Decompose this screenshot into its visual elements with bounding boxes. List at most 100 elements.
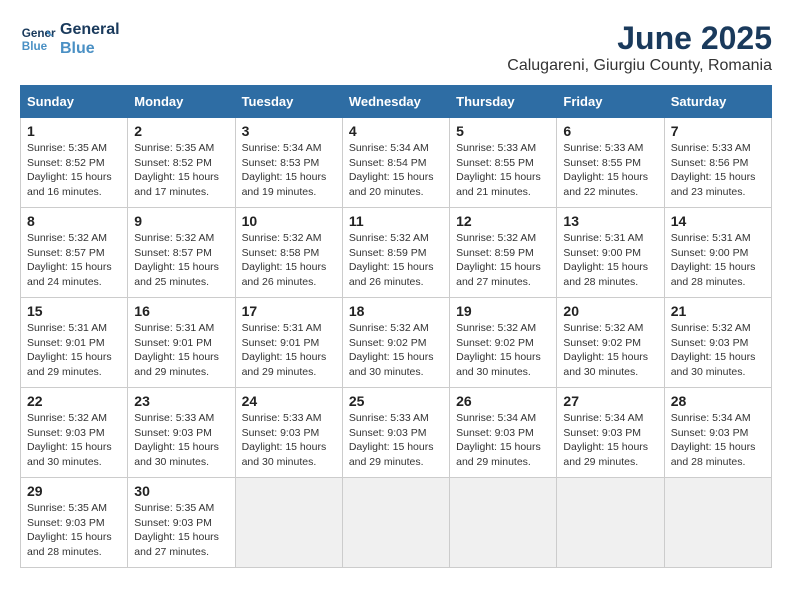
empty-cell	[450, 478, 557, 568]
calendar-week-2: 8 Sunrise: 5:32 AMSunset: 8:57 PMDaylight…	[21, 208, 772, 298]
header-saturday: Saturday	[664, 86, 771, 118]
logo-line2: Blue	[60, 39, 120, 58]
logo: General Blue General Blue	[20, 20, 120, 58]
day-cell-16: 16 Sunrise: 5:31 AMSunset: 9:01 PMDayligh…	[128, 298, 235, 388]
day-number: 16	[134, 303, 228, 319]
day-number: 22	[27, 393, 121, 409]
day-number: 5	[456, 123, 550, 139]
header-tuesday: Tuesday	[235, 86, 342, 118]
day-info: Sunrise: 5:34 AMSunset: 9:03 PMDaylight:…	[563, 411, 657, 470]
day-number: 24	[242, 393, 336, 409]
day-info: Sunrise: 5:33 AMSunset: 9:03 PMDaylight:…	[134, 411, 228, 470]
day-number: 2	[134, 123, 228, 139]
day-number: 1	[27, 123, 121, 139]
day-info: Sunrise: 5:34 AMSunset: 9:03 PMDaylight:…	[671, 411, 765, 470]
day-number: 15	[27, 303, 121, 319]
day-info: Sunrise: 5:32 AMSunset: 8:59 PMDaylight:…	[349, 231, 443, 290]
day-info: Sunrise: 5:34 AMSunset: 9:03 PMDaylight:…	[456, 411, 550, 470]
day-number: 6	[563, 123, 657, 139]
day-cell-22: 22 Sunrise: 5:32 AMSunset: 9:03 PMDayligh…	[21, 388, 128, 478]
title-area: June 2025 Calugareni, Giurgiu County, Ro…	[507, 20, 772, 75]
day-number: 29	[27, 483, 121, 499]
day-cell-17: 17 Sunrise: 5:31 AMSunset: 9:01 PMDayligh…	[235, 298, 342, 388]
logo-icon: General Blue	[20, 21, 56, 57]
empty-cell	[342, 478, 449, 568]
calendar: SundayMondayTuesdayWednesdayThursdayFrid…	[20, 85, 772, 568]
day-info: Sunrise: 5:31 AMSunset: 9:01 PMDaylight:…	[242, 321, 336, 380]
day-number: 28	[671, 393, 765, 409]
day-info: Sunrise: 5:31 AMSunset: 9:01 PMDaylight:…	[134, 321, 228, 380]
day-info: Sunrise: 5:32 AMSunset: 8:59 PMDaylight:…	[456, 231, 550, 290]
location-title: Calugareni, Giurgiu County, Romania	[507, 57, 772, 75]
header-sunday: Sunday	[21, 86, 128, 118]
calendar-week-1: 1 Sunrise: 5:35 AMSunset: 8:52 PMDaylight…	[21, 118, 772, 208]
header: General Blue General Blue June 2025 Calu…	[20, 20, 772, 75]
day-cell-7: 7Sunrise: 5:33 AMSunset: 8:56 PMDaylight…	[664, 118, 771, 208]
day-number: 18	[349, 303, 443, 319]
header-friday: Friday	[557, 86, 664, 118]
day-number: 13	[563, 213, 657, 229]
day-number: 14	[671, 213, 765, 229]
day-info: Sunrise: 5:34 AMSunset: 8:53 PMDaylight:…	[242, 141, 336, 200]
day-cell-23: 23Sunrise: 5:33 AMSunset: 9:03 PMDayligh…	[128, 388, 235, 478]
day-cell-5: 5 Sunrise: 5:33 AMSunset: 8:55 PMDaylight…	[450, 118, 557, 208]
month-title: June 2025	[507, 20, 772, 57]
day-info: Sunrise: 5:35 AMSunset: 8:52 PMDaylight:…	[27, 141, 121, 200]
day-number: 3	[242, 123, 336, 139]
day-cell-25: 25Sunrise: 5:33 AMSunset: 9:03 PMDayligh…	[342, 388, 449, 478]
header-thursday: Thursday	[450, 86, 557, 118]
calendar-week-5: 29 Sunrise: 5:35 AMSunset: 9:03 PMDayligh…	[21, 478, 772, 568]
day-info: Sunrise: 5:33 AMSunset: 9:03 PMDaylight:…	[242, 411, 336, 470]
day-number: 7	[671, 123, 765, 139]
day-info: Sunrise: 5:31 AMSunset: 9:01 PMDaylight:…	[27, 321, 121, 380]
day-cell-29: 29Sunrise: 5:35 AMSunset: 9:03 PMDayligh…	[21, 478, 128, 568]
day-cell-26: 26 Sunrise: 5:34 AMSunset: 9:03 PMDayligh…	[450, 388, 557, 478]
day-cell-9: 9Sunrise: 5:32 AMSunset: 8:57 PMDaylight…	[128, 208, 235, 298]
day-info: Sunrise: 5:34 AMSunset: 8:54 PMDaylight:…	[349, 141, 443, 200]
day-number: 12	[456, 213, 550, 229]
day-info: Sunrise: 5:32 AMSunset: 9:02 PMDaylight:…	[456, 321, 550, 380]
day-info: Sunrise: 5:33 AMSunset: 8:55 PMDaylight:…	[456, 141, 550, 200]
day-number: 19	[456, 303, 550, 319]
day-info: Sunrise: 5:32 AMSunset: 8:58 PMDaylight:…	[242, 231, 336, 290]
day-number: 11	[349, 213, 443, 229]
day-number: 25	[349, 393, 443, 409]
day-info: Sunrise: 5:32 AMSunset: 9:03 PMDaylight:…	[671, 321, 765, 380]
day-info: Sunrise: 5:32 AMSunset: 9:02 PMDaylight:…	[563, 321, 657, 380]
day-number: 8	[27, 213, 121, 229]
day-number: 17	[242, 303, 336, 319]
day-info: Sunrise: 5:32 AMSunset: 9:02 PMDaylight:…	[349, 321, 443, 380]
day-cell-15: 15 Sunrise: 5:31 AMSunset: 9:01 PMDayligh…	[21, 298, 128, 388]
svg-text:General: General	[22, 27, 56, 40]
day-cell-13: 13Sunrise: 5:31 AMSunset: 9:00 PMDayligh…	[557, 208, 664, 298]
day-cell-14: 14Sunrise: 5:31 AMSunset: 9:00 PMDayligh…	[664, 208, 771, 298]
day-cell-11: 11 Sunrise: 5:32 AMSunset: 8:59 PMDayligh…	[342, 208, 449, 298]
day-cell-30: 30Sunrise: 5:35 AMSunset: 9:03 PMDayligh…	[128, 478, 235, 568]
svg-text:Blue: Blue	[22, 40, 48, 53]
logo-line1: General	[60, 20, 120, 39]
day-cell-28: 28 Sunrise: 5:34 AMSunset: 9:03 PMDayligh…	[664, 388, 771, 478]
day-number: 27	[563, 393, 657, 409]
day-cell-27: 27 Sunrise: 5:34 AMSunset: 9:03 PMDayligh…	[557, 388, 664, 478]
day-cell-12: 12 Sunrise: 5:32 AMSunset: 8:59 PMDayligh…	[450, 208, 557, 298]
header-wednesday: Wednesday	[342, 86, 449, 118]
day-cell-19: 19 Sunrise: 5:32 AMSunset: 9:02 PMDayligh…	[450, 298, 557, 388]
empty-cell	[664, 478, 771, 568]
day-number: 9	[134, 213, 228, 229]
header-monday: Monday	[128, 86, 235, 118]
day-cell-8: 8 Sunrise: 5:32 AMSunset: 8:57 PMDaylight…	[21, 208, 128, 298]
day-cell-10: 10 Sunrise: 5:32 AMSunset: 8:58 PMDayligh…	[235, 208, 342, 298]
day-number: 26	[456, 393, 550, 409]
day-number: 10	[242, 213, 336, 229]
day-number: 20	[563, 303, 657, 319]
day-info: Sunrise: 5:32 AMSunset: 8:57 PMDaylight:…	[27, 231, 121, 290]
day-info: Sunrise: 5:35 AMSunset: 8:52 PMDaylight:…	[134, 141, 228, 200]
day-cell-21: 21Sunrise: 5:32 AMSunset: 9:03 PMDayligh…	[664, 298, 771, 388]
day-cell-18: 18 Sunrise: 5:32 AMSunset: 9:02 PMDayligh…	[342, 298, 449, 388]
day-cell-1: 1 Sunrise: 5:35 AMSunset: 8:52 PMDaylight…	[21, 118, 128, 208]
calendar-week-3: 15 Sunrise: 5:31 AMSunset: 9:01 PMDayligh…	[21, 298, 772, 388]
empty-cell	[557, 478, 664, 568]
day-info: Sunrise: 5:32 AMSunset: 9:03 PMDaylight:…	[27, 411, 121, 470]
empty-cell	[235, 478, 342, 568]
day-info: Sunrise: 5:35 AMSunset: 9:03 PMDaylight:…	[134, 501, 228, 560]
